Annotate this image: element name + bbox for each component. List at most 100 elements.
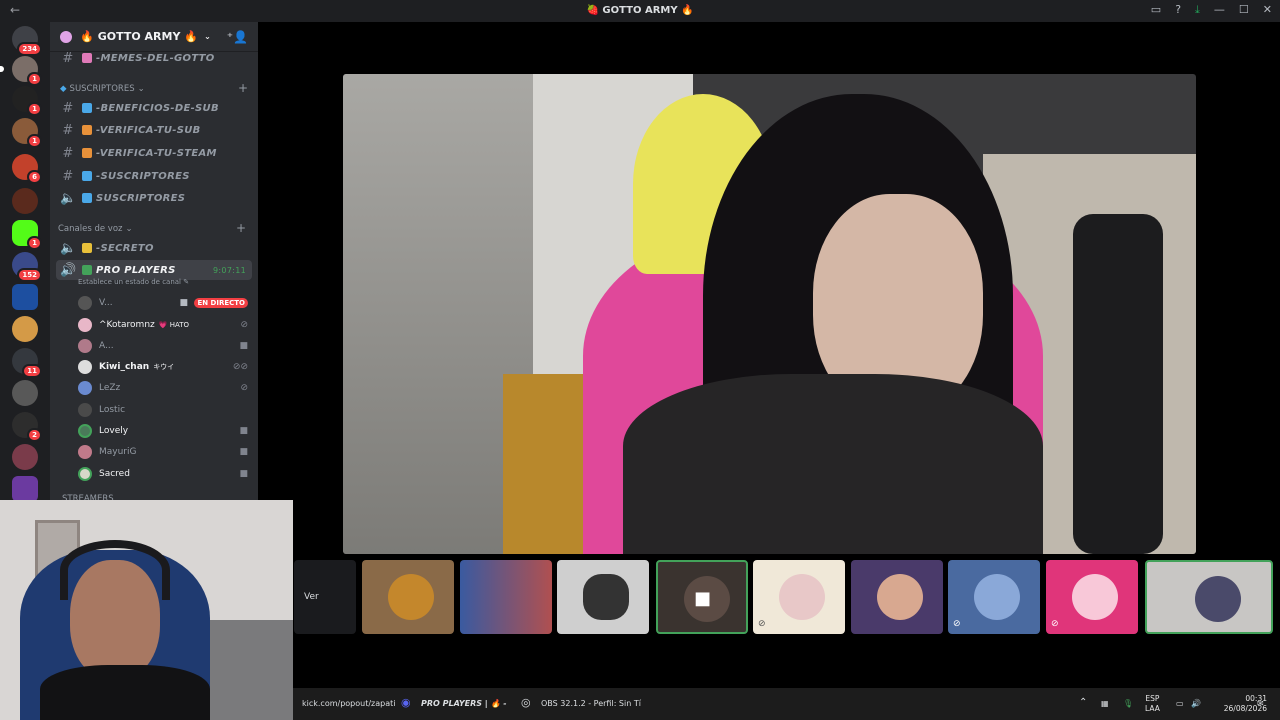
avatar (78, 360, 92, 374)
camera-icon: ■ (239, 469, 248, 479)
chevron-down-icon: ⌄ (137, 84, 145, 94)
voice-channel-pro-players[interactable]: 🔊 PRO PLAYERS 9:07:11 (56, 260, 252, 280)
language-indicator[interactable]: ESP LAA (1145, 694, 1160, 714)
voice-user-name: Kiwi_chan (99, 362, 150, 372)
home-button[interactable]: 234 (12, 26, 42, 56)
chevron-up-icon[interactable]: ⌃ (1079, 697, 1087, 708)
add-member-icon[interactable]: ⁺👤 (227, 30, 248, 44)
voice-user[interactable]: ^Kotaromnz 💗 HATO ⊘ (78, 315, 248, 335)
server-icon[interactable] (12, 476, 38, 502)
add-channel-icon[interactable]: + (238, 81, 248, 95)
text-channel[interactable]: # -VERIFICA-TU-STEAM (56, 143, 252, 163)
avatar (78, 296, 92, 310)
participant-tile[interactable]: ⊘ (948, 560, 1040, 634)
category-subs[interactable]: ◆ SUSCRIPTORES ⌄ + (60, 81, 252, 95)
voice-user[interactable]: Lovely ■ (78, 421, 248, 441)
app-tray-icon[interactable]: ▦ (1101, 699, 1109, 708)
text-channel-memes[interactable]: # -MEMES-DEL-GOTTO (56, 48, 252, 68)
window-title: 🍓 GOTTO ARMY 🔥 (586, 5, 694, 16)
status-prompt-label: Establece un estado de canal (78, 278, 182, 286)
participant-tile[interactable] (362, 560, 454, 634)
video-thumb (877, 574, 923, 620)
voice-user[interactable]: Lostic (78, 400, 248, 420)
server-icon[interactable]: 1 (12, 118, 42, 148)
minimize-icon[interactable]: — (1214, 3, 1225, 17)
participant-tile[interactable]: ⊘ (1046, 560, 1138, 634)
notification-icon[interactable]: ✉ (1257, 699, 1264, 708)
voice-user-name: ^Kotaromnz (99, 320, 155, 330)
diamond-icon: ◆ (60, 84, 67, 94)
window-titlebar: ← 🍓 GOTTO ARMY 🔥 ▭ ? ⤓ — ☐ ✕ (0, 0, 1280, 22)
network-icon[interactable]: ▭ (1176, 699, 1184, 708)
text-channel[interactable]: # -SUSCRIPTORES (56, 166, 252, 186)
participant-tile[interactable] (851, 560, 943, 634)
home-badge: 234 (17, 42, 42, 56)
text-channel[interactable]: # -BENEFICIOS-DE-SUB (56, 98, 252, 118)
category-voice[interactable]: Canales de voz ⌄ + (58, 221, 250, 235)
participant-tile[interactable] (557, 560, 649, 634)
voice-user[interactable]: Sacred ■ (78, 464, 248, 484)
chevron-down-icon: ⌄ (125, 224, 133, 234)
avatar (78, 424, 92, 438)
voice-user[interactable]: A... ■ (78, 336, 248, 356)
channel-status-prompt[interactable]: Establece un estado de canal ✎ (78, 278, 189, 286)
maximize-icon[interactable]: ☐ (1239, 3, 1249, 17)
voice-user[interactable]: MayuriG ■ (78, 442, 248, 462)
muted-icon: ⊘ (1051, 619, 1059, 629)
voice-channel-secreto[interactable]: 🔈 -SECRETO (56, 238, 252, 258)
add-channel-icon[interactable]: + (236, 221, 246, 235)
focused-video-stream[interactable] (343, 74, 1196, 554)
voice-user[interactable]: Kiwi_chan キウイ ⊘⊘ (78, 357, 248, 377)
server-icon[interactable] (12, 284, 38, 310)
server-icon[interactable]: 152 (12, 252, 42, 282)
hash-icon: # (62, 50, 74, 66)
muted-icon: ⊘ (953, 619, 961, 629)
participant-tile[interactable]: ■ (656, 560, 748, 634)
video-thumb (583, 574, 629, 620)
taskbar-obs[interactable]: OBS 32.1.2 - Perfil: Sin Tí (541, 699, 641, 708)
taskbar-discord[interactable]: PRO PLAYERS | 🔥 - (421, 699, 507, 708)
microphone-icon[interactable]: 🎙 (1123, 699, 1133, 708)
server-badge: 1 (27, 236, 42, 250)
webcam-person-shirt (40, 665, 210, 720)
download-icon[interactable]: ⤓ (1195, 3, 1200, 17)
guild-emoji-right: 🔥 (184, 30, 199, 43)
text-channel[interactable]: # -VERIFICA-TU-SUB (56, 120, 252, 140)
avatar (78, 339, 92, 353)
channel-label: -BENEFICIOS-DE-SUB (96, 102, 219, 114)
webcam-overlay (0, 500, 293, 720)
voice-channel[interactable]: 🔈 SUSCRIPTORES (56, 188, 252, 208)
inbox-icon[interactable]: ▭ (1151, 3, 1161, 17)
help-icon[interactable]: ? (1175, 3, 1181, 17)
server-icon[interactable]: 2 (12, 412, 42, 442)
voice-user-name: A... (99, 341, 114, 351)
server-icon[interactable] (12, 380, 38, 406)
voice-user-name: V... (99, 298, 113, 308)
server-icon[interactable] (12, 444, 38, 470)
close-icon[interactable]: ✕ (1263, 3, 1272, 17)
server-icon[interactable]: 1 (12, 86, 42, 116)
server-icon[interactable]: 1 (12, 220, 42, 250)
voice-user[interactable]: V... ■ EN DIRECTO (78, 293, 248, 313)
view-button[interactable]: Ver (294, 560, 356, 634)
participant-tile[interactable] (1145, 560, 1273, 634)
category-label: Canales de voz (58, 224, 123, 234)
volume-icon[interactable]: 🔊 (1191, 699, 1201, 708)
channel-emoji (82, 265, 92, 275)
channel-emoji (82, 243, 92, 253)
hash-icon: # (62, 168, 74, 184)
server-icon[interactable] (12, 188, 38, 214)
server-badge: 1 (27, 102, 42, 116)
avatar (78, 403, 92, 417)
server-icon[interactable]: 11 (12, 348, 42, 378)
voice-user[interactable]: LeZz ⊘ (78, 378, 248, 398)
speaker-icon: 🔊 (60, 262, 77, 278)
guild-name: GOTTO ARMY (97, 30, 181, 43)
taskbar-browser[interactable]: kick.com/popout/zapati (302, 699, 396, 708)
participant-tile[interactable] (460, 560, 552, 634)
server-icon[interactable]: 1 (0, 56, 42, 86)
server-icon[interactable]: 6 (12, 154, 42, 184)
participant-tile[interactable]: ⊘ (753, 560, 845, 634)
webcam-headset (60, 540, 170, 600)
server-icon[interactable] (12, 316, 38, 342)
